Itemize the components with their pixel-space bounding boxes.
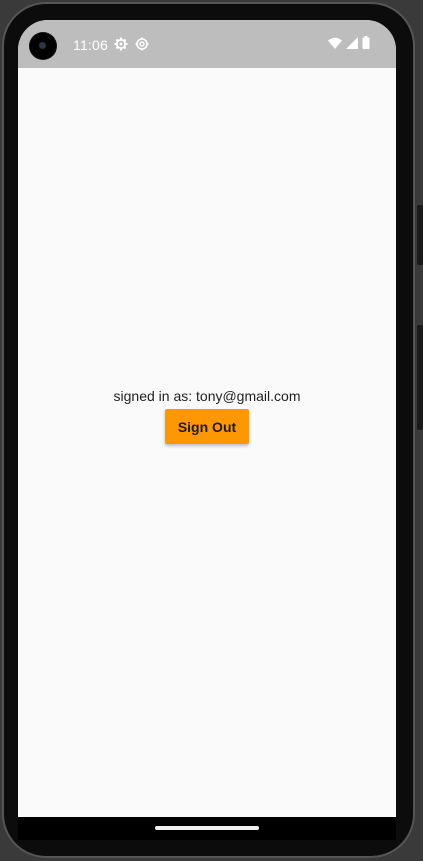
- home-gesture-handle[interactable]: [155, 826, 259, 830]
- volume-button: [417, 325, 423, 430]
- screen: 11:06 signed in as: tony@gmail.com Sign …: [18, 20, 396, 817]
- cell-signal-icon: [346, 36, 358, 54]
- navigation-bar: [18, 817, 396, 840]
- wifi-icon: [328, 36, 342, 54]
- power-button: [417, 205, 423, 265]
- device-frame: 11:06 signed in as: tony@gmail.com Sign …: [0, 0, 423, 861]
- sync-gear-icon: [135, 37, 149, 51]
- signed-in-text: signed in as: tony@gmail.com: [113, 388, 301, 404]
- main-content: signed in as: tony@gmail.com Sign Out: [18, 68, 396, 817]
- settings-gear-icon: [114, 37, 128, 51]
- status-time: 11:06: [73, 37, 108, 53]
- status-right-icons: [328, 35, 370, 54]
- status-bar: 11:06: [18, 20, 396, 68]
- sign-out-button[interactable]: Sign Out: [165, 409, 249, 444]
- battery-icon: [362, 35, 370, 54]
- front-camera: [30, 33, 56, 59]
